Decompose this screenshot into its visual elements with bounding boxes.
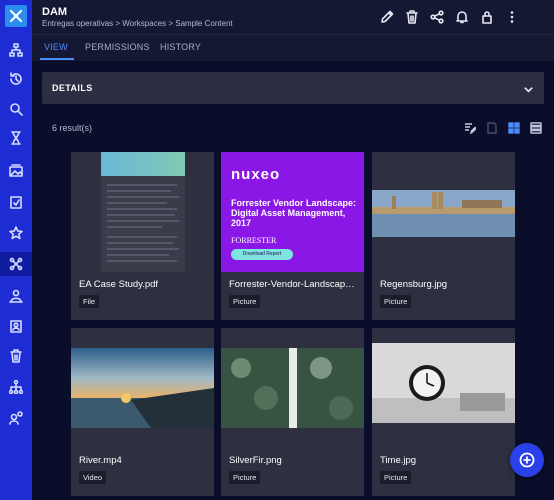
more-menu-button[interactable] [499,8,524,26]
river-video-thumbnail [71,328,214,448]
document-card[interactable]: nuxeo Forrester Vendor Landscape: Digita… [221,152,364,320]
type-badge: Video [79,471,107,484]
lock-icon [481,11,492,24]
more-vertical-icon [510,11,513,23]
nuxeo-wordmark: nuxeo [231,166,281,183]
header-actions [374,8,524,26]
document-card[interactable]: EA Case Study.pdf File [71,152,214,320]
view-toolbar [462,120,544,136]
bell-icon [455,11,468,24]
logo-mark-icon [5,5,27,27]
list-view-button[interactable] [528,120,544,136]
tab-history[interactable]: HISTORY [160,42,201,52]
pencil-icon [380,10,393,23]
pdf-thumbnail [71,152,214,272]
nav-profile-icon[interactable] [0,314,32,338]
card-title[interactable]: EA Case Study.pdf [79,279,207,290]
card-title[interactable]: Regensburg.jpg [380,279,508,290]
details-label: DETAILS [52,83,93,93]
type-badge: File [79,295,100,308]
type-badge: Picture [229,295,261,308]
document-icon [487,122,497,134]
card-title[interactable]: Forrester-Vendor-Landscape... [229,279,357,290]
left-nav-rail [0,0,32,500]
nav-dam-icon[interactable] [0,252,32,276]
type-badge: Picture [380,471,412,484]
results-count: 6 result(s) [52,123,93,133]
share-icon [429,10,444,24]
type-badge: Picture [380,295,412,308]
card-title[interactable]: SilverFir.png [229,455,357,466]
page-title: DAM [42,6,68,18]
nav-admin-icon[interactable] [0,406,32,430]
grid-view-button[interactable] [506,120,522,136]
document-card[interactable]: River.mp4 Video [71,328,214,496]
clock-photo-thumbnail [372,328,515,448]
tab-permissions[interactable]: PERMISSIONS [85,42,150,52]
nav-tasks-icon[interactable] [0,126,32,150]
nav-trash-icon[interactable] [0,344,32,368]
report-headline: Forrester Vendor Landscape: Digital Asse… [231,198,357,228]
document-card[interactable]: SilverFir.png Picture [221,328,364,496]
nuxeo-logo[interactable] [0,0,32,32]
active-tab-indicator [40,58,74,60]
forrester-wordmark: FORRESTER [231,236,277,245]
notifications-button[interactable] [449,8,474,26]
tab-view[interactable]: VIEW [44,42,68,52]
edit-button[interactable] [374,8,399,26]
nav-collections-icon[interactable] [0,159,32,183]
share-button[interactable] [424,8,449,26]
download-report-pill: Download Report [231,249,293,260]
nav-clipboard-icon[interactable] [0,190,32,214]
lock-button[interactable] [474,8,499,26]
create-document-button[interactable] [510,443,544,477]
trash-icon [405,10,418,24]
document-card[interactable]: Time.jpg Picture [372,328,515,496]
type-badge: Picture [229,471,261,484]
list-icon [530,122,542,134]
breadcrumb[interactable]: Entregas operativas > Workspaces > Sampl… [42,19,233,28]
nav-search-icon[interactable] [0,97,32,121]
edit-list-icon [465,123,476,134]
city-photo-thumbnail [372,152,515,272]
chevron-down-icon [523,82,534,100]
nav-structure-icon[interactable] [0,375,32,399]
tab-bar: VIEW PERMISSIONS HISTORY [32,35,554,61]
nav-history-icon[interactable] [0,67,32,91]
card-title[interactable]: Time.jpg [380,455,508,466]
document-header: DAM Entregas operativas > Workspaces > S… [32,0,554,34]
nav-browse-icon[interactable] [0,38,32,62]
edit-columns-button[interactable] [462,120,478,136]
nav-user-icon[interactable] [0,284,32,308]
export-button[interactable] [484,120,500,136]
details-panel-toggle[interactable]: DETAILS [42,72,544,104]
document-card[interactable]: Regensburg.jpg Picture [372,152,515,320]
add-circle-icon [519,452,535,468]
report-cover-thumbnail: nuxeo Forrester Vendor Landscape: Digita… [221,152,364,272]
card-title[interactable]: River.mp4 [79,455,207,466]
forest-photo-thumbnail [221,328,364,448]
delete-button[interactable] [399,8,424,26]
nav-favorites-icon[interactable] [0,221,32,245]
app: DAM Entregas operativas > Workspaces > S… [0,0,554,500]
grid-icon [508,122,520,134]
